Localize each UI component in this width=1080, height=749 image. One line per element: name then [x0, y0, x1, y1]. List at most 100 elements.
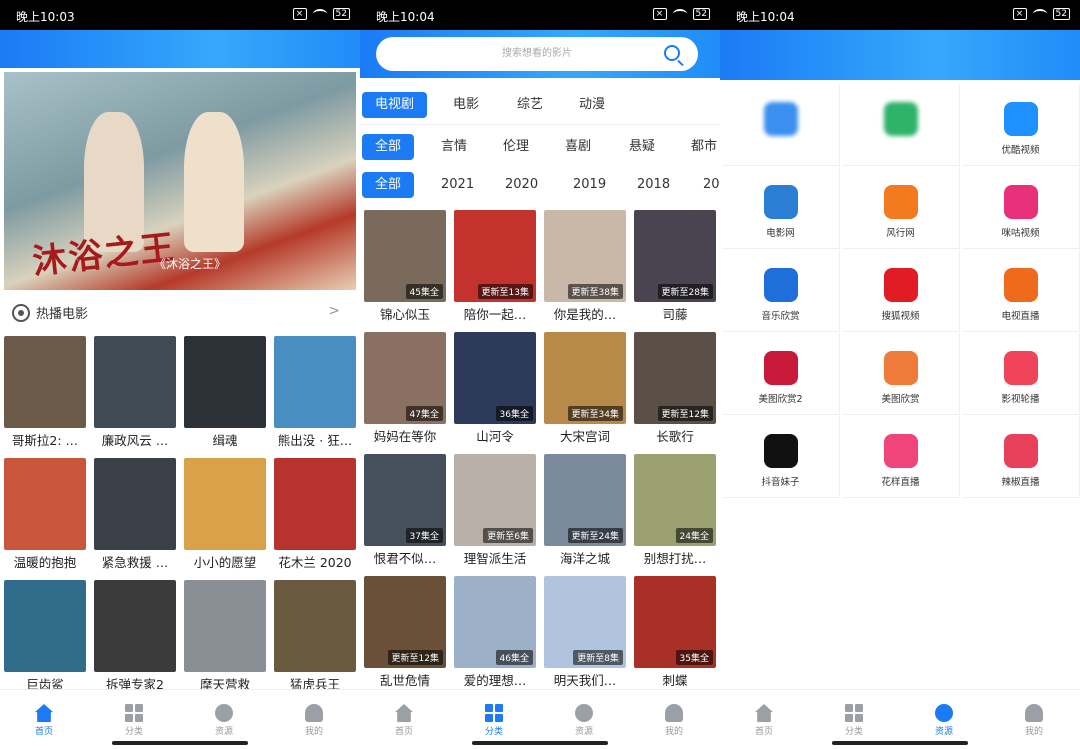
show-card[interactable]: 更新至28集 司藤	[634, 210, 716, 323]
nav-resources[interactable]: 资源	[924, 704, 964, 737]
grid-icon	[845, 704, 863, 722]
year-tab[interactable]: 2019	[560, 172, 619, 198]
movie-poster	[184, 580, 266, 672]
show-title: 妈妈在等你	[373, 429, 437, 444]
show-card[interactable]: 更新至12集 乱世危情	[364, 576, 446, 689]
app-tile[interactable]: 风行网	[842, 167, 960, 249]
status-bar: 晚上10:03 × 52	[0, 0, 360, 30]
movie-title: 温暖的抱抱	[13, 555, 77, 570]
app-tile[interactable]: 电影网	[722, 167, 840, 249]
movie-card[interactable]: 哥斯拉2: …	[4, 336, 86, 449]
movie-card[interactable]: 巨齿鲨	[4, 580, 86, 693]
app-tile[interactable]: 美图欣赏	[842, 333, 960, 415]
movie-card[interactable]: 熊出没 · 狂…	[274, 336, 356, 449]
nav-mine[interactable]: 我的	[1014, 704, 1054, 737]
show-title: 刺蝶	[662, 673, 688, 688]
nav-home[interactable]: 首页	[744, 704, 784, 737]
show-title: 恨君不似…	[373, 551, 437, 566]
movie-card[interactable]: 缉魂	[184, 336, 266, 449]
app-tile[interactable]: 抖音妹子	[722, 416, 840, 498]
app-tile[interactable]: 音乐欣赏	[722, 250, 840, 332]
show-title: 你是我的…	[553, 307, 617, 322]
app-tile[interactable]: 美图欣赏2	[722, 333, 840, 415]
show-card[interactable]: 更新至8集 明天我们…	[544, 576, 626, 689]
show-card[interactable]: 36集全 山河令	[454, 332, 536, 445]
show-card[interactable]: 更新至34集 大宋宫词	[544, 332, 626, 445]
movie-card[interactable]: 猛虎兵王	[274, 580, 356, 693]
year-tab[interactable]: 2021	[428, 172, 487, 198]
wifi-icon	[1032, 9, 1047, 19]
type-tab[interactable]: 电视剧	[362, 92, 428, 118]
nav-mine[interactable]: 我的	[654, 704, 694, 737]
movie-card[interactable]: 拆弹专家2	[94, 580, 176, 693]
nav-home[interactable]: 首页	[24, 704, 64, 737]
year-tab[interactable]: 20	[690, 172, 720, 198]
show-card[interactable]: 更新至38集你是我的…	[544, 210, 626, 323]
show-poster: 更新至12集	[364, 576, 446, 668]
app-tile[interactable]	[722, 84, 840, 166]
app-tile[interactable]: 电视直播	[962, 250, 1080, 332]
nav-category[interactable]: 分类	[474, 704, 514, 737]
nav-category[interactable]: 分类	[114, 704, 154, 737]
more-arrow[interactable]: >	[328, 303, 340, 319]
show-card[interactable]: 更新至6集 理智派生活	[454, 454, 536, 567]
genre-tab[interactable]: 喜剧	[552, 134, 604, 160]
nav-category[interactable]: 分类	[834, 704, 874, 737]
app-tile[interactable]: 优酷视频	[962, 84, 1080, 166]
app-tile[interactable]: 辣椒直播	[962, 416, 1080, 498]
movie-card[interactable]: 廉政风云 …	[94, 336, 176, 449]
show-card[interactable]: 45集全 锦心似玉	[364, 210, 446, 323]
movie-card[interactable]: 温暖的抱抱	[4, 458, 86, 571]
movie-card[interactable]: 紧急救援 …	[94, 458, 176, 571]
episode-badge: 36集全	[495, 406, 533, 421]
ball-icon	[215, 704, 233, 722]
year-tab[interactable]: 2018	[624, 172, 683, 198]
funshion-icon	[883, 185, 918, 219]
movie-card[interactable]: 花木兰 2020	[274, 458, 356, 571]
show-poster: 36集全	[454, 332, 536, 424]
nav-label: 资源	[214, 727, 233, 737]
show-card[interactable]: 24集全 别想打扰…	[634, 454, 716, 567]
app-tile[interactable]: 搜狐视频	[842, 250, 960, 332]
movie-card[interactable]: 摩天营救	[184, 580, 266, 693]
show-card[interactable]: 35集全 刺蝶	[634, 576, 716, 689]
nav-resources[interactable]: 资源	[204, 704, 244, 737]
genre-tab[interactable]: 全部	[362, 134, 415, 160]
show-card[interactable]: 更新至24集 海洋之城	[544, 454, 626, 567]
banner[interactable]: 沐浴之王 《沐浴之王》	[4, 72, 356, 290]
app-tile[interactable]: 影视轮播	[962, 333, 1080, 415]
battery-icon: 52	[692, 8, 710, 20]
nav-home[interactable]: 首页	[384, 704, 424, 737]
year-tab[interactable]: 2020	[492, 172, 551, 198]
search-icon[interactable]	[664, 45, 680, 61]
type-tab[interactable]: 综艺	[504, 92, 556, 118]
show-title: 陪你一起…	[463, 307, 527, 322]
episode-badge: 更新至12集	[387, 650, 443, 665]
show-card[interactable]: 46集全 爱的理想…	[454, 576, 536, 689]
year-tab[interactable]: 全部	[362, 172, 415, 198]
movie-card[interactable]: 小小的愿望	[184, 458, 266, 571]
show-card[interactable]: 更新至12集 长歌行	[634, 332, 716, 445]
show-poster: 更新至38集	[544, 210, 626, 302]
episode-badge: 更新至12集	[657, 406, 713, 421]
nav-mine[interactable]: 我的	[294, 704, 334, 737]
person-icon	[665, 704, 683, 722]
search-input[interactable]: 搜索想看的影片	[376, 37, 698, 71]
genre-tab[interactable]: 都市	[678, 134, 720, 160]
app-tile[interactable]: 咪咕视频	[962, 167, 1080, 249]
genre-tab[interactable]: 伦理	[490, 134, 542, 160]
app-label: 咪咕视频	[1001, 228, 1040, 239]
app-tile[interactable]	[842, 84, 960, 166]
genre-tab[interactable]: 悬疑	[616, 134, 668, 160]
type-tab[interactable]: 动漫	[566, 92, 618, 118]
nav-resources[interactable]: 资源	[564, 704, 604, 737]
genre-tab[interactable]: 言情	[428, 134, 480, 160]
show-poster: 46集全	[454, 576, 536, 668]
carousel-icon	[1003, 351, 1038, 385]
show-card[interactable]: 更新至13集 陪你一起…	[454, 210, 536, 323]
nav-label: 首页	[394, 727, 413, 737]
app-tile[interactable]: 花样直播	[842, 416, 960, 498]
type-tab[interactable]: 电影	[440, 92, 492, 118]
show-card[interactable]: 37集全 恨君不似…	[364, 454, 446, 567]
show-card[interactable]: 47集全 妈妈在等你	[364, 332, 446, 445]
